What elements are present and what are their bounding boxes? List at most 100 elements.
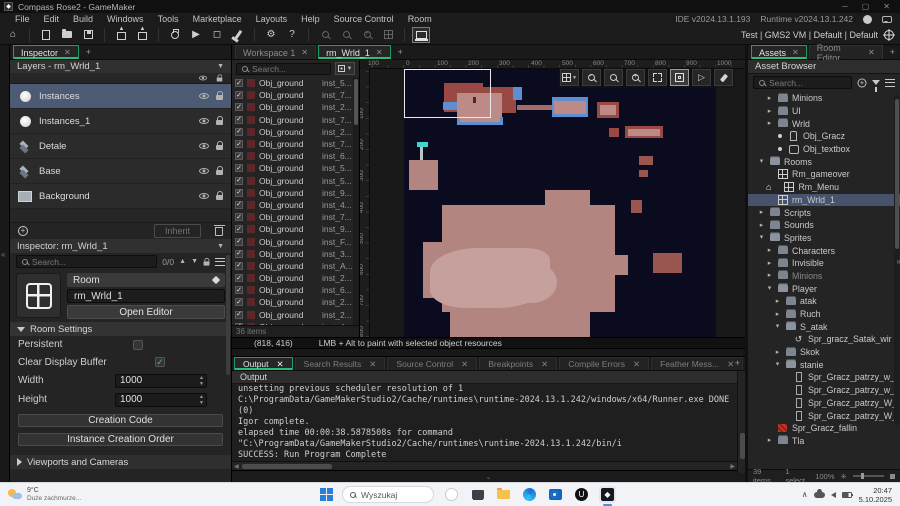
close-icon[interactable]: ✕ — [868, 48, 875, 57]
grid-options-button[interactable]: ▼ — [560, 69, 579, 86]
instance-checkbox[interactable]: ✓ — [235, 127, 243, 136]
asset-tree-item[interactable]: ⌂ Spr_gracz_Satak_wir — [748, 333, 900, 346]
layer-visibility-icon[interactable] — [199, 168, 209, 174]
tag-icon[interactable] — [211, 275, 221, 285]
menu-item[interactable]: Room — [401, 14, 439, 24]
battery-icon[interactable] — [841, 491, 854, 498]
assets-tab[interactable]: Room Editor ✕ — [808, 43, 883, 63]
instance-row[interactable]: ✓ Obj_ground inst_2... — [232, 101, 359, 113]
start-button[interactable] — [320, 488, 333, 501]
expand-arrow-icon[interactable]: ▾ — [774, 361, 781, 368]
menu-item[interactable]: Marketplace — [186, 14, 249, 24]
layer-lock-icon[interactable] — [216, 166, 223, 175]
close-icon[interactable]: ✕ — [277, 359, 284, 370]
grid-toggle-icon[interactable] — [890, 473, 895, 479]
instance-row[interactable]: ✓ Obj_ground inst_6... — [232, 150, 359, 162]
close-button[interactable]: ✕ — [883, 2, 890, 11]
instance-checkbox[interactable]: ✓ — [235, 237, 243, 246]
stop-button[interactable]: ◻ — [208, 27, 226, 43]
expand-arrow-icon[interactable]: ▸ — [758, 222, 765, 229]
instance-checkbox[interactable]: ✓ — [235, 164, 243, 173]
asset-tree-item[interactable]: ⌂ Rm_Menu — [748, 181, 900, 194]
lock-icon[interactable] — [203, 257, 210, 266]
asset-tree-item[interactable]: ⌂ ▸ Skok — [748, 346, 900, 359]
taskbar-app-copilot[interactable] — [443, 486, 460, 503]
close-icon[interactable]: ✕ — [633, 359, 640, 370]
stepper-icon[interactable]: ▲ ▼ — [199, 394, 204, 406]
asset-tree-item[interactable]: ⌂ ▾ stanie — [748, 358, 900, 371]
horizontal-splitter[interactable] — [232, 348, 745, 357]
canvas-zoom-reset-button[interactable] — [604, 69, 623, 86]
expand-arrow-icon[interactable]: ▾ — [758, 158, 765, 165]
asset-tree-item[interactable]: ⌂ Spr_Gracz_patrzy_w_ — [748, 371, 900, 384]
asset-tree-item[interactable]: ⌂ ▸ Invisible — [748, 257, 900, 270]
target-manager-icon[interactable] — [884, 29, 894, 40]
creation-code-button[interactable]: Creation Code — [18, 414, 223, 427]
room-name-field[interactable]: rm_Wrld_1 — [67, 289, 225, 303]
assets-tab[interactable]: Assets ✕ — [751, 45, 807, 59]
asset-tree-item[interactable]: ⌂ Spr_Gracz_fallin — [748, 422, 900, 435]
menu-item[interactable]: Tools — [151, 14, 186, 24]
layer-row[interactable]: Instances — [10, 84, 231, 109]
instance-row[interactable]: ✓ Obj_ground inst_2... — [232, 296, 359, 308]
add-workspace-tab-button[interactable]: + — [393, 45, 408, 59]
zoom-reset-button[interactable] — [337, 27, 355, 43]
instance-row[interactable]: ✓ Obj_ground inst_9... — [232, 223, 359, 235]
asset-tree-item[interactable]: ⌂ ▾ Rooms — [748, 155, 900, 168]
menu-item[interactable]: Build — [66, 14, 100, 24]
layer-lock-icon[interactable] — [216, 141, 223, 150]
menu-icon[interactable] — [215, 257, 225, 266]
debug-button[interactable] — [166, 27, 184, 43]
room-canvas[interactable]: 100 0 100 200 300 400 500 600 700 800 900 1000 100 2… — [360, 60, 745, 337]
expand-arrow-icon[interactable]: ▸ — [774, 349, 781, 356]
create-executable-button[interactable] — [112, 26, 130, 43]
instance-list-scrollbar[interactable] — [353, 77, 359, 325]
assets-search-input[interactable]: Search... — [753, 76, 852, 89]
instance-checkbox[interactable]: ✓ — [235, 91, 243, 100]
close-icon[interactable]: ✕ — [792, 48, 799, 57]
instance-row[interactable]: ✓ Obj_ground inst_F... — [232, 235, 359, 247]
taskbar-app-outlook[interactable] — [547, 486, 564, 503]
expand-arrow-icon[interactable]: ▸ — [766, 108, 773, 115]
instance-checkbox[interactable]: ✓ — [235, 225, 243, 234]
taskbar-clock[interactable]: 20:47 5.10.2025 — [859, 486, 892, 504]
instance-row[interactable]: ✓ Obj_ground inst_5... — [232, 77, 359, 89]
taskbar-search-input[interactable]: Wyszukaj — [342, 486, 434, 503]
instance-checkbox[interactable]: ✓ — [235, 176, 243, 185]
instance-checkbox[interactable]: ✓ — [235, 200, 243, 209]
run-button[interactable]: ▶ — [187, 27, 205, 43]
next-result-button[interactable]: ▼ — [191, 258, 198, 265]
height-input[interactable]: 1000 ▲ ▼ — [115, 392, 207, 407]
zoom-out-button[interactable]: - — [316, 27, 334, 43]
instance-row[interactable]: ✓ Obj_ground inst_2... — [232, 272, 359, 284]
layer-visibility-icon[interactable] — [199, 118, 209, 124]
canvas-zoom-in-button[interactable]: + — [626, 69, 645, 86]
instance-row[interactable]: ✓ Obj_ground inst_3... — [232, 248, 359, 260]
menu-item[interactable]: Layouts — [249, 14, 295, 24]
instance-checkbox[interactable]: ✓ — [235, 103, 243, 112]
asset-tree-item[interactable]: ⌂ ▸ Scripts — [748, 206, 900, 219]
instance-checkbox[interactable]: ✓ — [235, 79, 243, 88]
open-editor-button[interactable]: Open Editor — [67, 305, 225, 319]
stepper-icon[interactable]: ▲ ▼ — [199, 375, 204, 387]
prev-result-button[interactable]: ▲ — [179, 258, 186, 265]
instance-row[interactable]: ✓ Obj_ground inst_9... — [232, 187, 359, 199]
asset-tree-item[interactable]: ⌂ ▾ S_atak — [748, 320, 900, 333]
instance-checkbox[interactable]: ✓ — [235, 152, 243, 161]
inspector-target-dropdown[interactable]: Inspector: rm_Wrld_1 ▼ — [10, 239, 231, 253]
tree-zoom-slider[interactable] — [852, 473, 885, 478]
add-tab-button[interactable]: + — [81, 45, 96, 59]
layer-lock-icon[interactable] — [216, 91, 223, 100]
layer-lock-icon[interactable] — [216, 116, 223, 125]
expand-arrow-icon[interactable]: ▸ — [766, 247, 773, 254]
output-tab[interactable]: Compile Errors ✕ — [559, 357, 650, 370]
asset-tree-item[interactable]: ⌂ ▸ Tla — [748, 435, 900, 448]
instance-checkbox[interactable]: ✓ — [235, 249, 243, 258]
onedrive-icon[interactable] — [813, 488, 825, 498]
asset-tree-item[interactable]: ⌂ ▸ Ruch — [748, 308, 900, 321]
taskbar-app-ubisoft[interactable]: U — [573, 486, 590, 503]
close-icon[interactable]: ✕ — [461, 359, 468, 370]
menu-item[interactable]: Help — [294, 14, 327, 24]
instance-row[interactable]: ✓ Obj_ground inst_2... — [232, 126, 359, 138]
expand-arrow-icon[interactable]: ▸ — [774, 311, 781, 318]
